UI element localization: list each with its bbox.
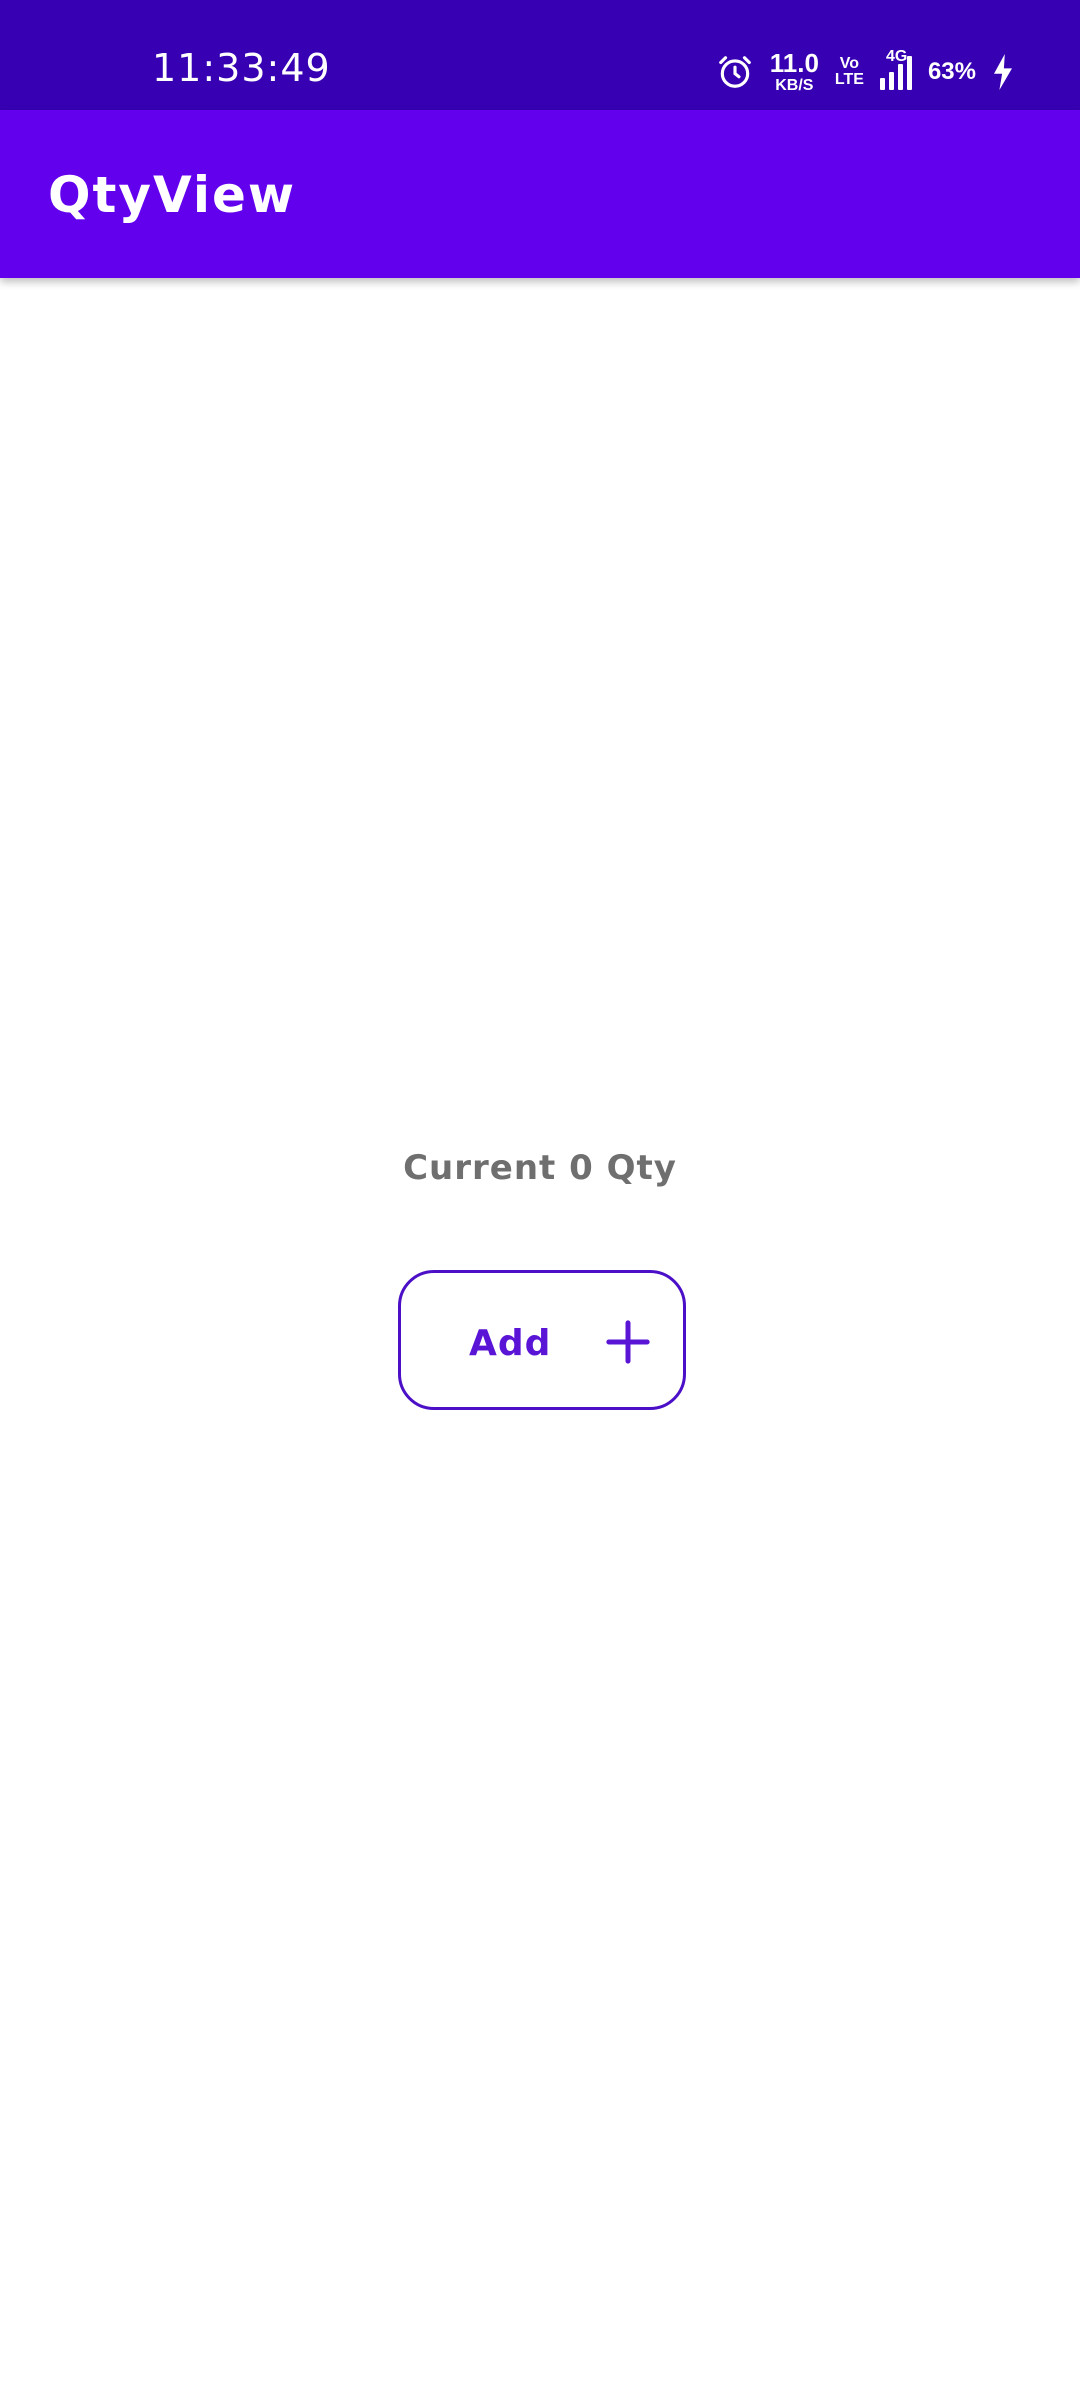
- alarm-icon: [718, 56, 751, 88]
- battery-percent: 63%: [927, 58, 976, 85]
- status-time: 11:33:49: [152, 46, 331, 90]
- status-bar: 11:33:49 11.0 KB/S Vo LTE 4G 63%: [0, 0, 1080, 110]
- signal-icon: 4G: [879, 48, 912, 90]
- add-button[interactable]: Add: [398, 1270, 686, 1410]
- volte-indicator: Vo LTE: [835, 56, 864, 88]
- add-button-label: Add: [469, 1323, 552, 1364]
- app-title: QtyView: [48, 166, 297, 224]
- net-speed: 11.0 KB/S: [770, 50, 819, 94]
- volte-top: Vo: [839, 55, 860, 72]
- network-type: 4G: [885, 48, 908, 65]
- volte-bottom: LTE: [834, 71, 864, 88]
- app-bar: QtyView: [0, 110, 1080, 278]
- plus-icon: [606, 1320, 650, 1364]
- net-speed-unit: KB/S: [775, 77, 814, 94]
- charging-bolt-icon: [994, 54, 1012, 90]
- current-qty-label: Current 0 Qty: [403, 1148, 677, 1188]
- status-icons: 11.0 KB/S Vo LTE 4G 63%: [716, 48, 1014, 94]
- net-speed-value: 11.0: [769, 48, 819, 78]
